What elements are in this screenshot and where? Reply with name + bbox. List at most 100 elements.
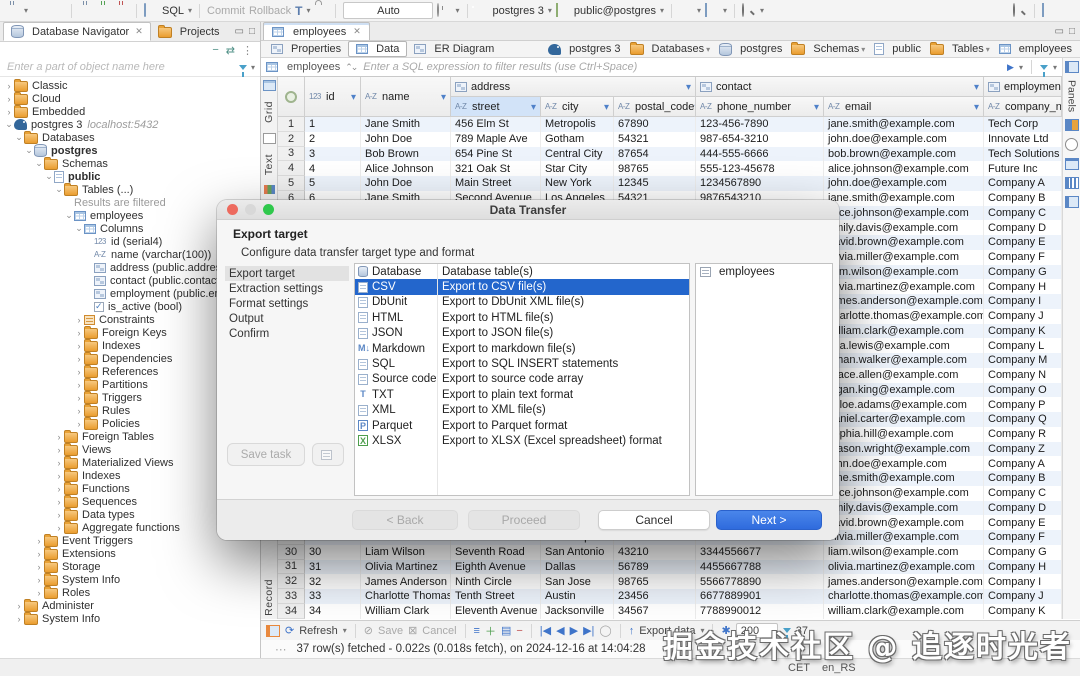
metadata-panel-icon[interactable]	[1065, 177, 1079, 189]
data-cell[interactable]: Company K	[984, 324, 1062, 339]
maximize-icon[interactable]: □	[1069, 26, 1075, 37]
data-cell[interactable]: 54321	[614, 132, 696, 147]
data-cell[interactable]: Main Street	[451, 176, 541, 191]
data-cell[interactable]: john.doe@example.com	[824, 176, 984, 191]
column-header-name[interactable]: A-Zname	[361, 77, 451, 117]
data-cell[interactable]: Seventh Road	[451, 545, 541, 560]
tree-expander-icon[interactable]: ›	[74, 393, 84, 403]
data-cell[interactable]: Company G	[984, 265, 1062, 280]
data-cell[interactable]: Company F	[984, 530, 1062, 545]
data-cell[interactable]: william.clark@example.com	[824, 324, 984, 339]
data-cell[interactable]: john.doe@example.com	[824, 132, 984, 147]
breadcrumb-item[interactable]: postgres	[719, 43, 782, 56]
tree-expander-icon[interactable]: ›	[54, 484, 64, 494]
data-cell[interactable]: william.clark@example.com	[824, 604, 984, 619]
data-cell[interactable]: William Clark	[361, 604, 451, 619]
sort-dropdown-icon[interactable]	[686, 81, 691, 93]
data-cell[interactable]: david.brown@example.com	[824, 235, 984, 250]
tree-item[interactable]: ⌄postgres	[0, 144, 260, 157]
data-cell[interactable]: Bob Brown	[361, 147, 451, 162]
tree-expander-icon[interactable]: ›	[54, 432, 64, 442]
data-cell[interactable]: Jane Smith	[361, 117, 451, 132]
chevron-down-icon[interactable]: ▾	[660, 6, 664, 15]
data-cell[interactable]: Company E	[984, 235, 1062, 250]
breadcrumb-item[interactable]: Schemas	[791, 43, 865, 55]
data-cell[interactable]: Ninth Circle	[451, 574, 541, 589]
tree-expander-icon[interactable]: ⌄	[14, 132, 24, 143]
tree-item[interactable]: ›Classic	[0, 79, 260, 92]
table-row[interactable]: 3434William ClarkEleventh AvenueJacksonv…	[278, 604, 1062, 619]
data-cell[interactable]: Alice Johnson	[361, 161, 451, 176]
data-cell[interactable]: San Jose	[541, 574, 614, 589]
data-cell[interactable]: 23456	[614, 589, 696, 604]
data-cell[interactable]: 123-456-7890	[696, 117, 824, 132]
row-number-cell[interactable]: 32	[278, 574, 305, 589]
compare-icon[interactable]	[705, 4, 719, 17]
tree-expander-icon[interactable]: ›	[74, 341, 84, 351]
tree-item[interactable]: ›Extensions	[0, 547, 260, 560]
row-number-cell[interactable]: 1	[278, 117, 305, 132]
column-header-city[interactable]: A-Zcity	[541, 97, 614, 117]
next-button[interactable]: Next >	[716, 510, 822, 530]
format-row-database[interactable]: DatabaseDatabase table(s)	[355, 264, 689, 279]
tree-expander-icon[interactable]: ›	[74, 380, 84, 390]
table-row[interactable]: 44Alice Johnson321 Oak StStar City987655…	[278, 161, 1062, 176]
cancel-button[interactable]: Cancel	[422, 625, 456, 637]
proceed-button[interactable]: Proceed	[468, 510, 580, 530]
minimize-icon[interactable]: ▭	[1055, 26, 1064, 37]
sort-dropdown-icon[interactable]	[604, 101, 609, 113]
data-cell[interactable]: Austin	[541, 589, 614, 604]
chevron-down-icon[interactable]: ▾	[723, 6, 727, 15]
duplicate-row-icon[interactable]: ▤	[501, 624, 511, 637]
edit-row-icon[interactable]: ≡	[474, 625, 480, 637]
data-cell[interactable]: charlotte.thomas@example.com	[824, 309, 984, 324]
row-number-header[interactable]	[278, 77, 305, 117]
data-cell[interactable]: 32	[305, 574, 361, 589]
save-task-button[interactable]: Save task	[227, 443, 305, 466]
apply-filter-icon[interactable]: ▶	[1007, 62, 1014, 73]
data-cell[interactable]: New York	[541, 176, 614, 191]
tree-item[interactable]: ⌄Databases	[0, 131, 260, 144]
data-cell[interactable]: ethan.walker@example.com	[824, 353, 984, 368]
chevron-down-icon[interactable]: ▾	[760, 6, 764, 15]
data-cell[interactable]: logan.king@example.com	[824, 383, 984, 398]
data-cell[interactable]: Olivia Martinez	[361, 560, 451, 575]
data-cell[interactable]: 789 Maple Ave	[451, 132, 541, 147]
data-cell[interactable]: Future Inc	[984, 161, 1062, 176]
data-cell[interactable]: olivia.miller@example.com	[824, 530, 984, 545]
wizard-step-format-settings[interactable]: Format settings	[225, 296, 349, 311]
format-row-json[interactable]: JSONExport to JSON file(s)	[355, 326, 689, 341]
calc-panel-icon[interactable]	[1065, 158, 1079, 170]
data-cell[interactable]: 34567	[614, 604, 696, 619]
transaction-log-icon[interactable]: T	[295, 4, 302, 18]
data-cell[interactable]: Tech Corp	[984, 117, 1062, 132]
data-cell[interactable]: 654 Pine St	[451, 147, 541, 162]
tree-expander-icon[interactable]: ›	[74, 406, 84, 416]
view-menu-icon[interactable]: ⋮	[242, 44, 253, 57]
data-cell[interactable]: grace.allen@example.com	[824, 368, 984, 383]
data-cell[interactable]: Company L	[984, 338, 1062, 353]
new-connection-icon[interactable]	[6, 4, 20, 17]
tasks-icon[interactable]	[679, 4, 693, 17]
format-row-xlsx[interactable]: XXLSXExport to XLSX (Excel spreadsheet) …	[355, 433, 689, 448]
data-cell[interactable]: jane.smith@example.com	[824, 471, 984, 486]
data-cell[interactable]: 98765	[614, 574, 696, 589]
rollback-button[interactable]: Rollback	[249, 5, 291, 17]
search-icon[interactable]	[742, 4, 756, 17]
data-cell[interactable]: Tech Solutions	[984, 147, 1062, 162]
data-cell[interactable]: olivia.martinez@example.com	[824, 279, 984, 294]
data-cell[interactable]: 2	[305, 132, 361, 147]
row-number-cell[interactable]: 2	[278, 132, 305, 147]
data-cell[interactable]: jane.smith@example.com	[824, 117, 984, 132]
data-cell[interactable]: Company I	[984, 294, 1062, 309]
tree-item[interactable]: ⌄public	[0, 170, 260, 183]
data-cell[interactable]: Company M	[984, 353, 1062, 368]
table-row[interactable]: 3333Charlotte ThomasTenth StreetAustin23…	[278, 589, 1062, 604]
tree-item[interactable]: ›Cloud	[0, 92, 260, 105]
reconnect-icon[interactable]	[97, 4, 111, 17]
tree-item[interactable]: ⌄Tables (...)	[0, 183, 260, 196]
tab-record[interactable]: Record	[263, 579, 275, 616]
group-header-address[interactable]: address	[451, 77, 696, 97]
data-cell[interactable]: Company K	[984, 604, 1062, 619]
data-cell[interactable]: 56789	[614, 560, 696, 575]
